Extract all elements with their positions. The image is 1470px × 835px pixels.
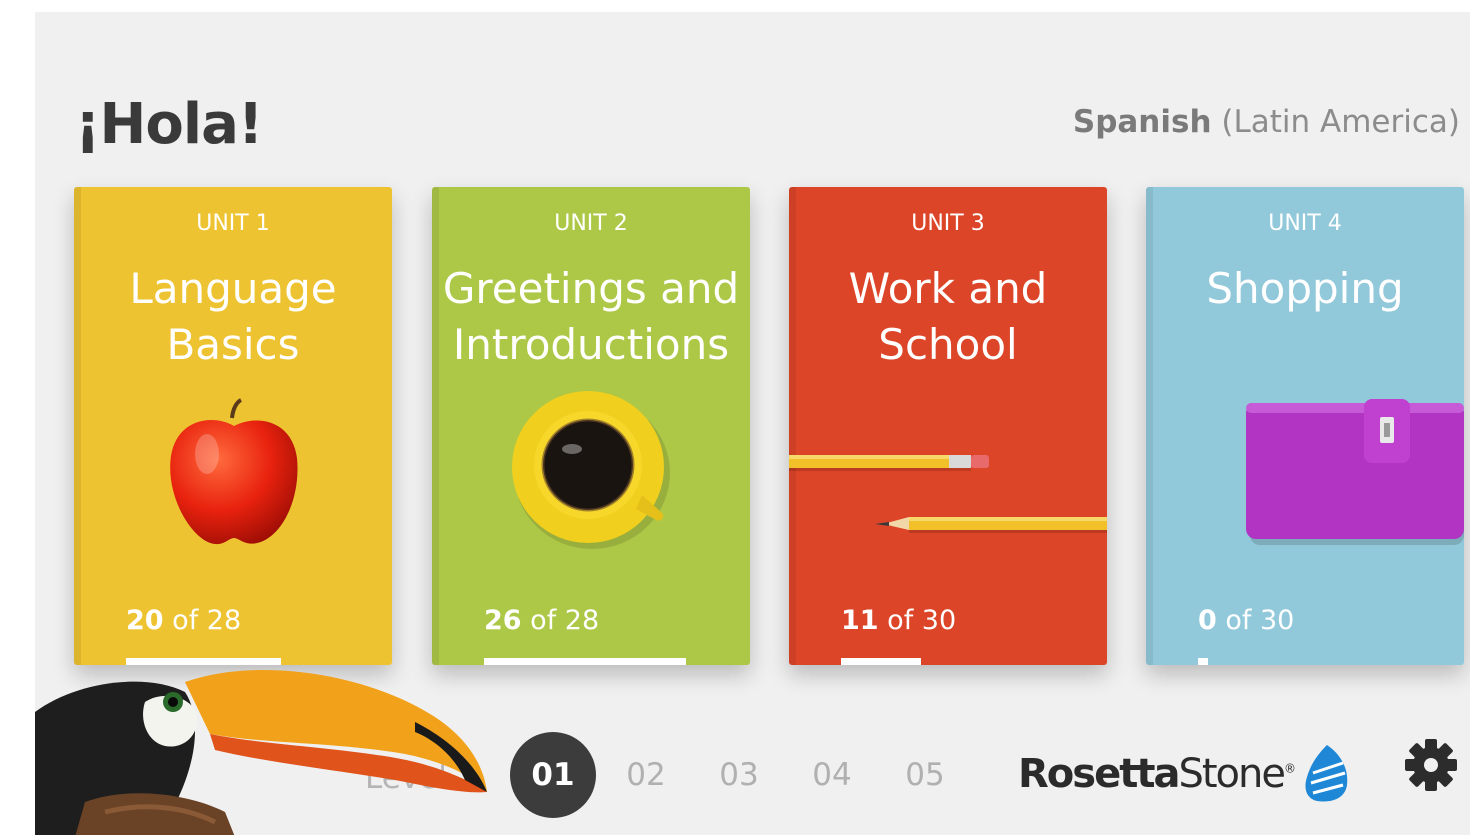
page-title: ¡Hola! bbox=[75, 92, 263, 157]
unit-title-line: Work and bbox=[848, 264, 1048, 313]
total-count: of 28 bbox=[172, 605, 242, 636]
completed-count: 11 bbox=[841, 605, 879, 636]
unit-title: Shopping bbox=[1146, 261, 1464, 317]
card-spine bbox=[1146, 187, 1153, 665]
unit-label: UNIT 1 bbox=[196, 211, 270, 236]
course-language[interactable]: Spanish (Latin America) bbox=[1073, 104, 1460, 140]
logo-text: RosettaStone® bbox=[1018, 751, 1296, 797]
apple-image bbox=[170, 398, 298, 545]
unit-title-line: Shopping bbox=[1206, 264, 1404, 313]
unit-card-4[interactable]: UNIT 4 Shopping 0 of 30 bbox=[1146, 187, 1464, 665]
progress-bar bbox=[1198, 658, 1208, 665]
app-window: ¡Hola! Spanish (Latin America) UNIT 1 La… bbox=[35, 12, 1470, 835]
pencils-image bbox=[789, 455, 1107, 533]
toucan-image bbox=[35, 669, 487, 835]
completed-count: 20 bbox=[126, 605, 164, 636]
level-05-button[interactable]: 05 bbox=[882, 732, 968, 818]
level-02-button[interactable]: 02 bbox=[603, 732, 689, 818]
completed-count: 26 bbox=[484, 605, 522, 636]
unit-title-line: Introductions bbox=[452, 320, 730, 369]
logo-text-regular: Stone bbox=[1178, 751, 1286, 797]
unit-title: Greetings and Introductions bbox=[432, 261, 750, 373]
unit-card-3[interactable]: UNIT 3 Work and School 11 of 30 bbox=[789, 187, 1107, 665]
unit-label: UNIT 4 bbox=[1268, 211, 1342, 236]
unit-progress-text: 26 of 28 bbox=[484, 605, 599, 636]
unit-label: UNIT 2 bbox=[554, 211, 628, 236]
unit-card-2[interactable]: UNIT 2 Greetings and Introductions 26 of… bbox=[432, 187, 750, 665]
language-variant: (Latin America) bbox=[1221, 104, 1460, 140]
card-spine bbox=[789, 187, 796, 665]
coffee-cup-image bbox=[512, 391, 670, 549]
unit-progress-text: 0 of 30 bbox=[1198, 605, 1294, 636]
unit-title: Language Basics bbox=[74, 261, 392, 373]
level-01-button[interactable]: 01 bbox=[510, 732, 596, 818]
card-spine bbox=[74, 187, 81, 665]
progress-bar bbox=[484, 658, 686, 665]
card-spine bbox=[432, 187, 439, 665]
wallet-image bbox=[1246, 399, 1464, 545]
total-count: of 30 bbox=[1225, 605, 1295, 636]
completed-count: 0 bbox=[1198, 605, 1217, 636]
registered-mark: ® bbox=[1283, 761, 1296, 776]
total-count: of 28 bbox=[530, 605, 600, 636]
progress-bar bbox=[841, 658, 921, 665]
unit-title-line: Basics bbox=[166, 320, 300, 369]
unit-title-line: School bbox=[878, 320, 1018, 369]
stone-logo-icon bbox=[1305, 745, 1348, 802]
unit-title-line: Greetings and bbox=[442, 264, 740, 313]
level-04-button[interactable]: 04 bbox=[789, 732, 875, 818]
logo-text-bold: Rosetta bbox=[1018, 751, 1180, 797]
unit-progress-text: 11 of 30 bbox=[841, 605, 956, 636]
gear-icon[interactable] bbox=[1403, 737, 1459, 793]
unit-label: UNIT 3 bbox=[911, 211, 985, 236]
unit-title: Work and School bbox=[789, 261, 1107, 373]
level-03-button[interactable]: 03 bbox=[696, 732, 782, 818]
language-name: Spanish bbox=[1072, 104, 1212, 140]
total-count: of 30 bbox=[887, 605, 957, 636]
unit-title-line: Language bbox=[129, 264, 337, 313]
unit-progress-text: 20 of 28 bbox=[126, 605, 241, 636]
unit-card-1[interactable]: UNIT 1 Language Basics 20 of 28 bbox=[74, 187, 392, 665]
